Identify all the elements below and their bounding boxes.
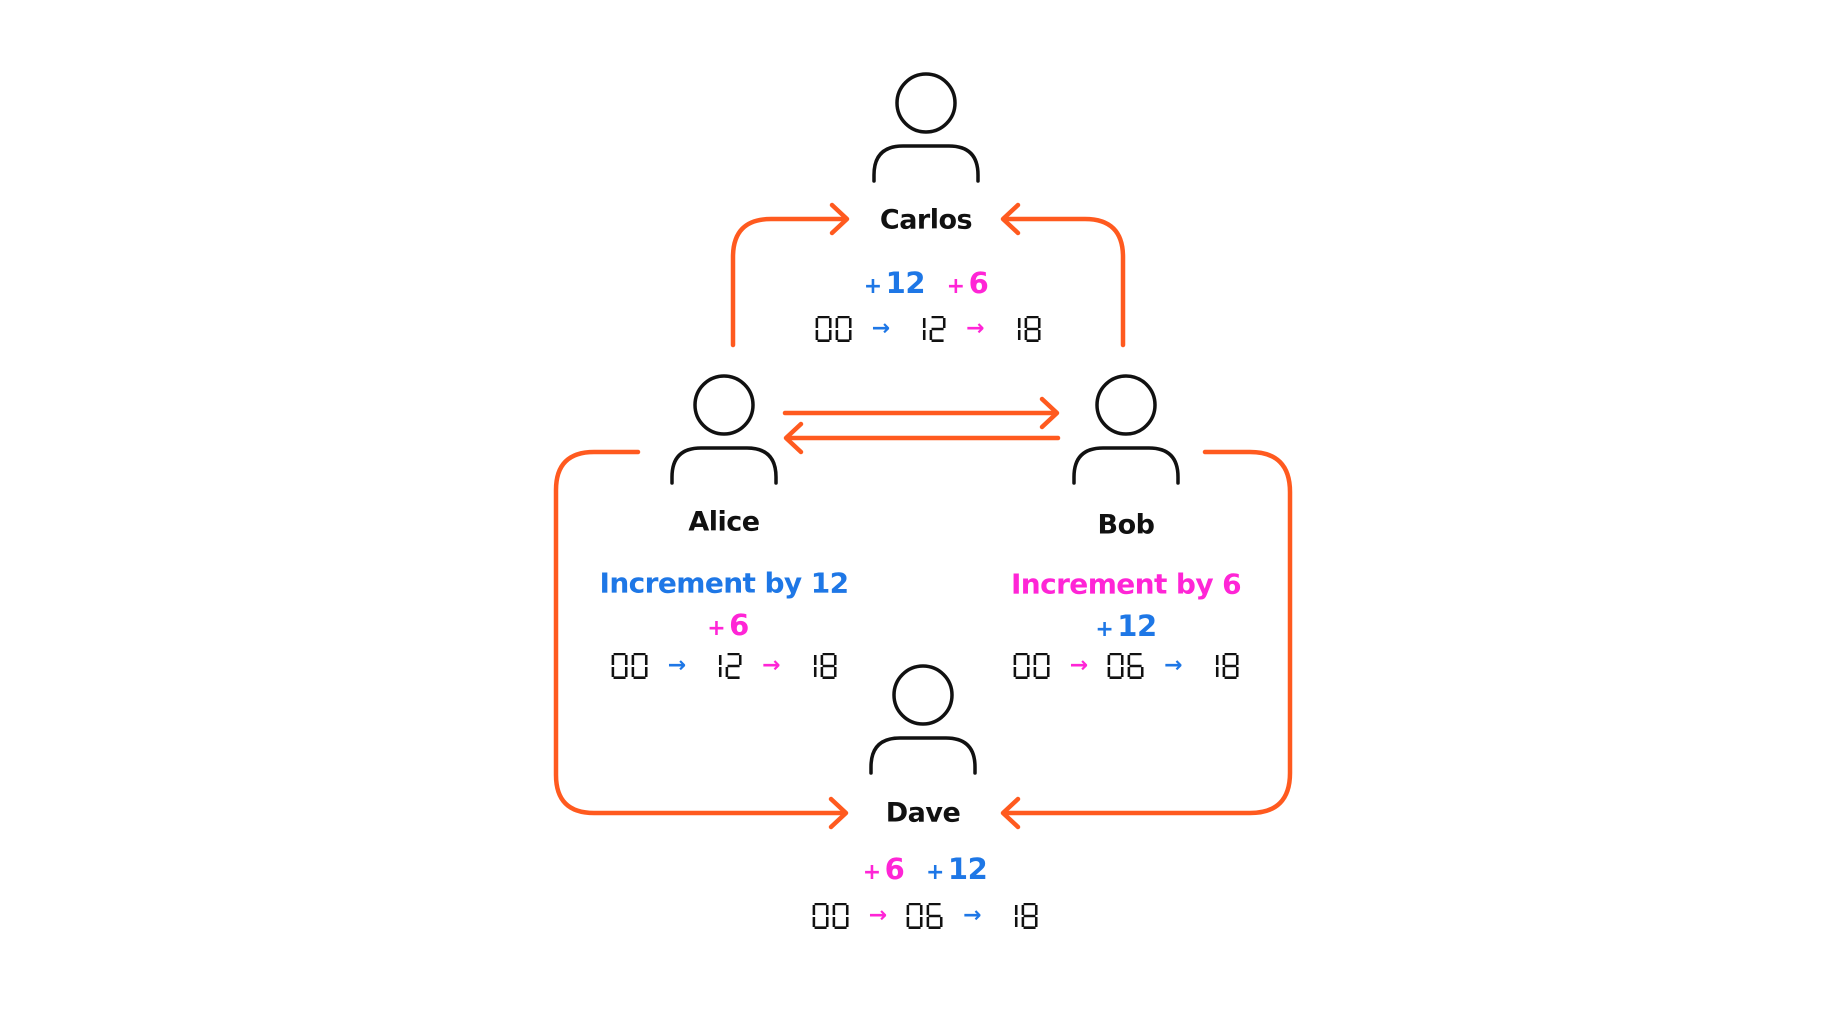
digit-1 (1014, 905, 1018, 927)
node-name-alice: Alice (688, 506, 760, 538)
instruction-alice: Increment by 12 (599, 566, 850, 600)
counter-sequence-bob: → → (1013, 653, 1239, 679)
counter-value (1001, 903, 1038, 929)
counter-value (907, 903, 943, 929)
arrow-right-icon: → (667, 653, 686, 678)
counter-value (910, 316, 946, 342)
carlos-operations: +12 +6 (858, 266, 995, 300)
digit-0 (835, 316, 852, 342)
counter-value (800, 653, 837, 679)
person-icon-carlos (872, 72, 980, 183)
arrow-right-icon: → (963, 903, 982, 928)
digit-8 (1021, 903, 1038, 929)
digit-2 (930, 316, 946, 342)
counter-value (815, 316, 852, 342)
digit-0 (1033, 653, 1050, 679)
person-icon-bob (1072, 374, 1180, 485)
digit-0 (1108, 653, 1124, 679)
digit-0 (815, 316, 832, 342)
counter-value (611, 653, 648, 679)
digit-8 (1024, 316, 1041, 342)
digit-6 (1128, 653, 1144, 679)
counter-sequence-carlos: → → (815, 316, 1041, 342)
digit-0 (832, 903, 849, 929)
digit-1 (1017, 318, 1021, 340)
digit-8 (820, 653, 837, 679)
arrow-right-icon: → (966, 316, 985, 341)
digit-1 (923, 318, 926, 340)
digit-0 (631, 653, 648, 679)
counter-value (1013, 653, 1050, 679)
op-carlos-1: +12 (863, 266, 926, 300)
arrow-right-icon: → (1164, 653, 1183, 678)
edge-alice-to-bob (782, 396, 1060, 430)
counter-sequence-alice: → → (611, 653, 837, 679)
counter-sequence-dave: → → (812, 903, 1038, 929)
arrow-right-icon: → (1069, 653, 1088, 678)
digit-1 (1215, 655, 1219, 677)
node-name-bob: Bob (1097, 509, 1155, 541)
digit-8 (1222, 653, 1239, 679)
digit-6 (927, 903, 943, 929)
digit-1 (813, 655, 817, 677)
op-dave-2: +12 (925, 852, 988, 886)
counter-value (812, 903, 849, 929)
counter-value (1108, 653, 1144, 679)
op-carlos-2: +6 (946, 266, 989, 300)
counter-value (1202, 653, 1239, 679)
digit-0 (611, 653, 628, 679)
instruction-bob: Increment by 6 (1010, 567, 1242, 601)
edge-bob-to-alice (783, 421, 1061, 455)
node-name-carlos: Carlos (879, 204, 973, 236)
counter-value (1004, 316, 1041, 342)
digit-2 (726, 653, 742, 679)
arrow-right-icon: → (871, 316, 890, 341)
digit-1 (719, 655, 722, 677)
received-op-bob: +12 (1095, 609, 1157, 643)
person-icon-alice (670, 374, 778, 485)
digit-0 (812, 903, 829, 929)
arrow-right-icon: → (868, 903, 887, 928)
arrow-right-icon: → (762, 653, 781, 678)
digit-0 (1013, 653, 1030, 679)
received-op-alice: +6 (707, 608, 749, 642)
node-name-dave: Dave (885, 797, 961, 829)
dave-operations: +6 +12 (857, 852, 994, 886)
person-icon-dave (869, 664, 977, 775)
counter-value (706, 653, 742, 679)
op-dave-1: +6 (862, 852, 905, 886)
digit-0 (907, 903, 923, 929)
